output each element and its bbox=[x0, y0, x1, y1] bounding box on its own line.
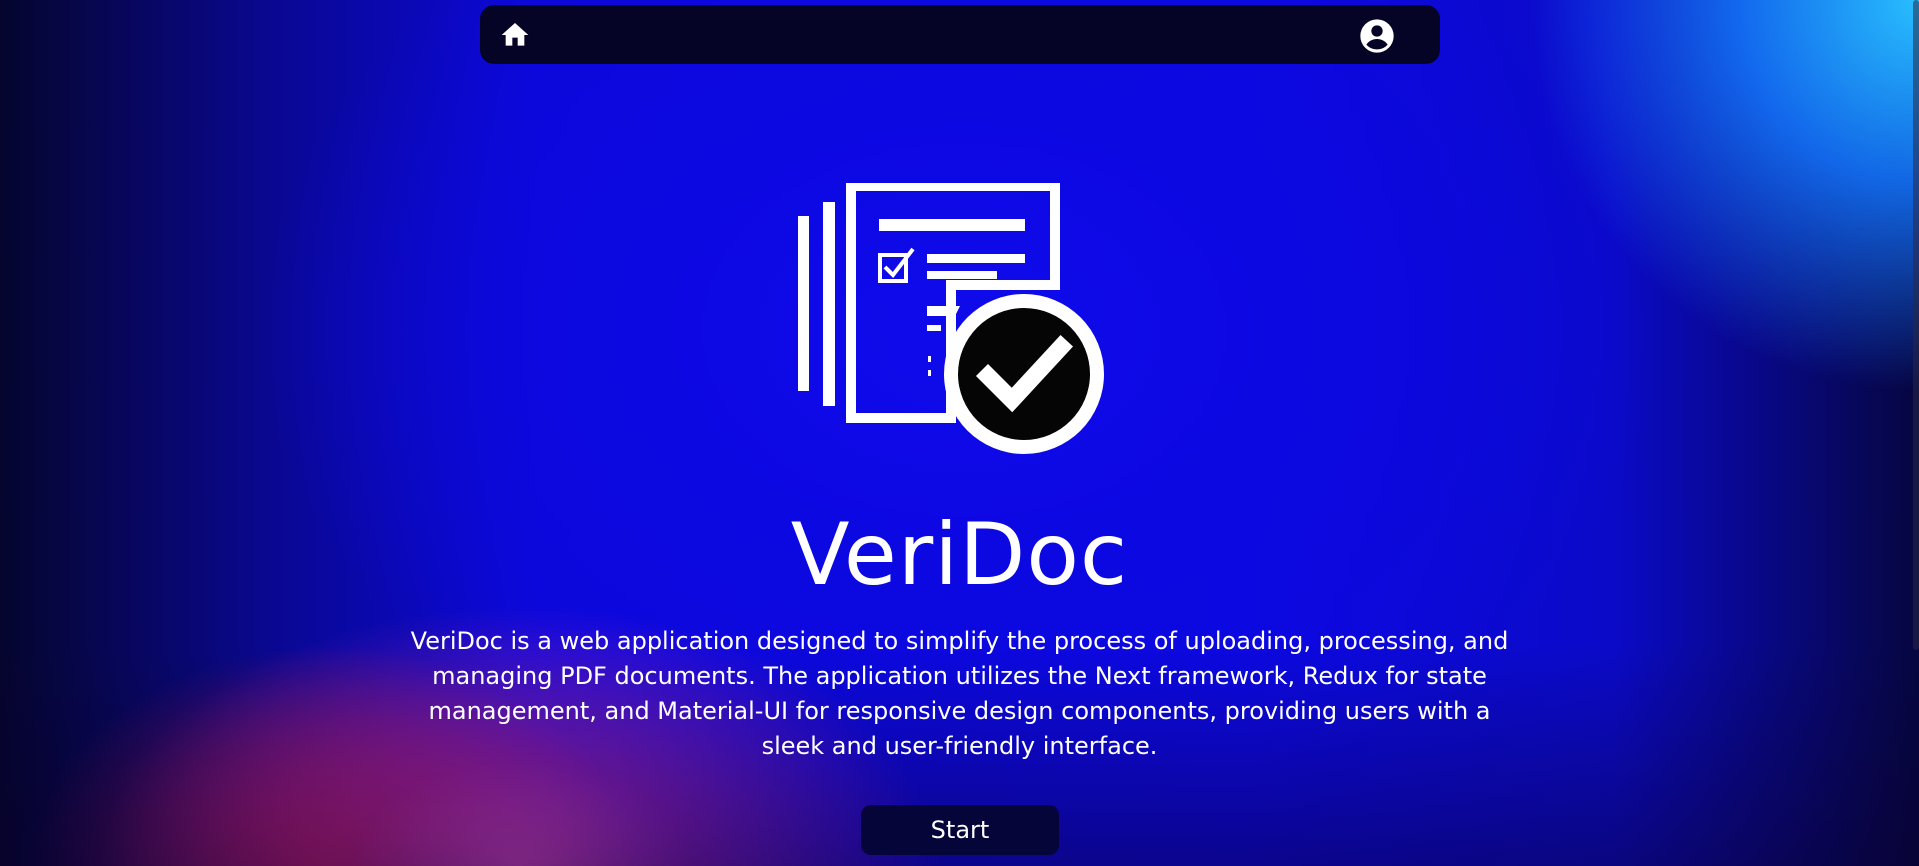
app-title: VeriDoc bbox=[790, 505, 1129, 605]
top-navbar bbox=[480, 5, 1440, 64]
scrollbar[interactable] bbox=[1913, 0, 1919, 650]
account-circle-icon[interactable] bbox=[1357, 16, 1397, 56]
app-description: VeriDoc is a web application designed to… bbox=[410, 627, 1509, 760]
home-icon[interactable] bbox=[499, 19, 531, 51]
landing-page: VeriDoc VeriDoc is a web application des… bbox=[0, 0, 1919, 866]
document-check-icon bbox=[795, 181, 1107, 458]
start-button[interactable]: Start bbox=[861, 805, 1059, 855]
